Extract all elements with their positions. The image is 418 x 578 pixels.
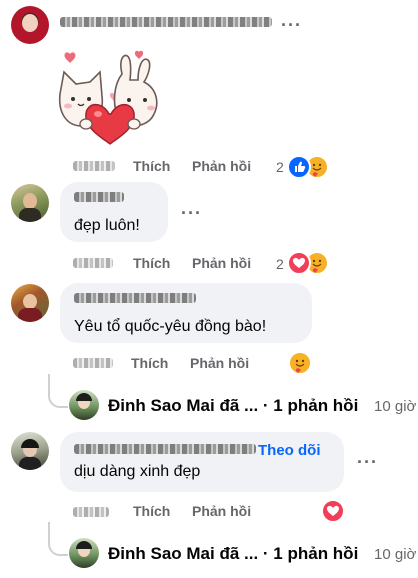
love-icon[interactable] <box>287 251 311 275</box>
commenter-name-blurred[interactable] <box>74 293 196 303</box>
commenter-name-blurred[interactable] <box>74 444 256 454</box>
thread-connector <box>48 374 68 408</box>
reply-button[interactable]: Phản hồi <box>190 355 249 371</box>
timestamp-blurred[interactable] <box>73 161 115 171</box>
more-options-icon[interactable]: ··· <box>181 204 202 222</box>
reply-button[interactable]: Phản hồi <box>192 158 251 174</box>
comment-text: dịu dàng xinh đẹp <box>74 463 201 480</box>
timestamp-blurred[interactable] <box>73 358 113 368</box>
reply-author-avatar[interactable] <box>69 538 99 568</box>
commenter-avatar[interactable] <box>11 184 49 222</box>
love-icon[interactable] <box>321 499 345 523</box>
commenter-avatar[interactable] <box>11 284 49 322</box>
more-options-icon[interactable]: ··· <box>281 16 302 34</box>
like-button[interactable]: Thích <box>133 255 170 271</box>
cat-bunny-heart-sticker <box>58 50 158 145</box>
commenter-name-blurred[interactable] <box>60 17 272 27</box>
reaction-count[interactable]: 2 <box>276 256 284 272</box>
comment-text: đẹp luôn! <box>74 217 140 234</box>
reply-button[interactable]: Phản hồi <box>192 503 251 519</box>
commenter-name-blurred[interactable] <box>74 192 124 202</box>
reply-time: 10 giờ <box>374 546 417 563</box>
reply-time: 10 giờ <box>374 398 417 415</box>
commenter-avatar[interactable] <box>11 432 49 470</box>
commenter-avatar[interactable] <box>11 6 49 44</box>
like-button[interactable]: Thích <box>133 158 170 174</box>
comment-bubble <box>60 432 344 492</box>
timestamp-blurred[interactable] <box>73 258 113 268</box>
like-icon[interactable] <box>287 155 311 179</box>
reply-button[interactable]: Phản hồi <box>192 255 251 271</box>
like-button[interactable]: Thích <box>131 355 168 371</box>
care-icon[interactable] <box>288 351 312 375</box>
view-replies-link[interactable]: Đinh Sao Mai đã ... · 1 phản hồi <box>108 544 358 564</box>
view-replies-link[interactable]: Đinh Sao Mai đã ... · 1 phản hồi <box>108 396 358 416</box>
follow-link[interactable]: Theo dõi <box>258 442 321 459</box>
reply-author-avatar[interactable] <box>69 390 99 420</box>
more-options-icon[interactable]: ··· <box>357 453 378 471</box>
like-button[interactable]: Thích <box>133 503 170 519</box>
reaction-count[interactable]: 2 <box>276 159 284 175</box>
timestamp-blurred[interactable] <box>73 507 109 517</box>
thread-connector <box>48 522 68 556</box>
comment-text: Yêu tổ quốc-yêu đồng bào! <box>74 318 267 335</box>
